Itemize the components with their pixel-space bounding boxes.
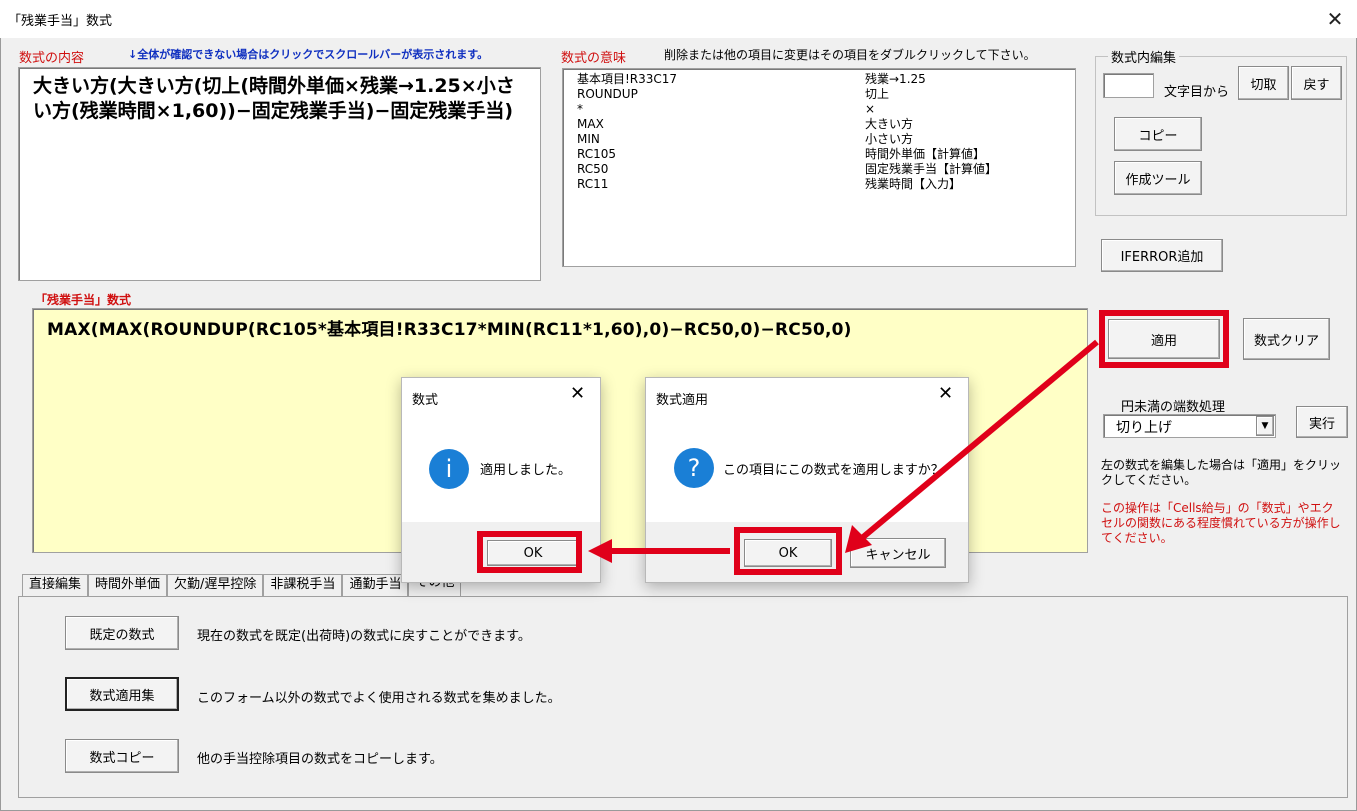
arrow-head-2 bbox=[588, 539, 612, 563]
annotation-arrows bbox=[588, 339, 1099, 563]
arrow-apply-to-ok bbox=[860, 339, 1099, 541]
